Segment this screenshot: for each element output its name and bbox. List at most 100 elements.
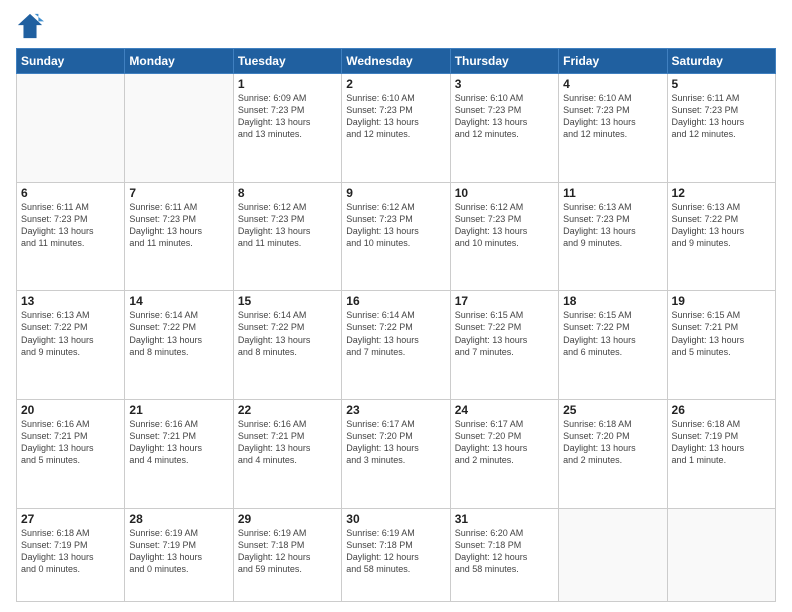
day-cell: 29Sunrise: 6:19 AM Sunset: 7:18 PM Dayli…: [233, 508, 341, 602]
week-row-4: 20Sunrise: 6:16 AM Sunset: 7:21 PM Dayli…: [17, 399, 776, 508]
day-info: Sunrise: 6:10 AM Sunset: 7:23 PM Dayligh…: [455, 92, 554, 141]
day-number: 10: [455, 186, 554, 200]
day-cell: 24Sunrise: 6:17 AM Sunset: 7:20 PM Dayli…: [450, 399, 558, 508]
day-number: 19: [672, 294, 771, 308]
weekday-header-wednesday: Wednesday: [342, 49, 450, 74]
day-info: Sunrise: 6:19 AM Sunset: 7:18 PM Dayligh…: [346, 527, 445, 576]
day-info: Sunrise: 6:14 AM Sunset: 7:22 PM Dayligh…: [346, 309, 445, 358]
page: SundayMondayTuesdayWednesdayThursdayFrid…: [0, 0, 792, 612]
day-info: Sunrise: 6:13 AM Sunset: 7:22 PM Dayligh…: [21, 309, 120, 358]
day-cell: [17, 74, 125, 183]
day-info: Sunrise: 6:16 AM Sunset: 7:21 PM Dayligh…: [129, 418, 228, 467]
day-number: 8: [238, 186, 337, 200]
day-cell: [667, 508, 775, 602]
day-cell: 20Sunrise: 6:16 AM Sunset: 7:21 PM Dayli…: [17, 399, 125, 508]
day-number: 27: [21, 512, 120, 526]
day-info: Sunrise: 6:14 AM Sunset: 7:22 PM Dayligh…: [129, 309, 228, 358]
day-info: Sunrise: 6:12 AM Sunset: 7:23 PM Dayligh…: [455, 201, 554, 250]
calendar-table: SundayMondayTuesdayWednesdayThursdayFrid…: [16, 48, 776, 602]
day-cell: 19Sunrise: 6:15 AM Sunset: 7:21 PM Dayli…: [667, 291, 775, 400]
day-number: 28: [129, 512, 228, 526]
day-cell: 12Sunrise: 6:13 AM Sunset: 7:22 PM Dayli…: [667, 182, 775, 291]
weekday-header-saturday: Saturday: [667, 49, 775, 74]
day-number: 4: [563, 77, 662, 91]
day-number: 7: [129, 186, 228, 200]
day-cell: 10Sunrise: 6:12 AM Sunset: 7:23 PM Dayli…: [450, 182, 558, 291]
day-info: Sunrise: 6:18 AM Sunset: 7:19 PM Dayligh…: [672, 418, 771, 467]
day-cell: 30Sunrise: 6:19 AM Sunset: 7:18 PM Dayli…: [342, 508, 450, 602]
day-number: 16: [346, 294, 445, 308]
week-row-5: 27Sunrise: 6:18 AM Sunset: 7:19 PM Dayli…: [17, 508, 776, 602]
day-info: Sunrise: 6:12 AM Sunset: 7:23 PM Dayligh…: [238, 201, 337, 250]
day-info: Sunrise: 6:17 AM Sunset: 7:20 PM Dayligh…: [455, 418, 554, 467]
day-number: 15: [238, 294, 337, 308]
day-cell: 2Sunrise: 6:10 AM Sunset: 7:23 PM Daylig…: [342, 74, 450, 183]
logo-icon: [16, 12, 44, 40]
day-number: 17: [455, 294, 554, 308]
day-cell: 3Sunrise: 6:10 AM Sunset: 7:23 PM Daylig…: [450, 74, 558, 183]
day-cell: 23Sunrise: 6:17 AM Sunset: 7:20 PM Dayli…: [342, 399, 450, 508]
day-cell: 13Sunrise: 6:13 AM Sunset: 7:22 PM Dayli…: [17, 291, 125, 400]
day-cell: [559, 508, 667, 602]
day-number: 23: [346, 403, 445, 417]
day-cell: 27Sunrise: 6:18 AM Sunset: 7:19 PM Dayli…: [17, 508, 125, 602]
header: [16, 12, 776, 40]
day-info: Sunrise: 6:19 AM Sunset: 7:18 PM Dayligh…: [238, 527, 337, 576]
weekday-header-tuesday: Tuesday: [233, 49, 341, 74]
day-info: Sunrise: 6:15 AM Sunset: 7:22 PM Dayligh…: [563, 309, 662, 358]
day-cell: 11Sunrise: 6:13 AM Sunset: 7:23 PM Dayli…: [559, 182, 667, 291]
day-info: Sunrise: 6:15 AM Sunset: 7:22 PM Dayligh…: [455, 309, 554, 358]
weekday-header-monday: Monday: [125, 49, 233, 74]
day-info: Sunrise: 6:11 AM Sunset: 7:23 PM Dayligh…: [21, 201, 120, 250]
day-number: 31: [455, 512, 554, 526]
day-number: 20: [21, 403, 120, 417]
day-info: Sunrise: 6:09 AM Sunset: 7:23 PM Dayligh…: [238, 92, 337, 141]
day-number: 1: [238, 77, 337, 91]
day-cell: 6Sunrise: 6:11 AM Sunset: 7:23 PM Daylig…: [17, 182, 125, 291]
day-cell: 7Sunrise: 6:11 AM Sunset: 7:23 PM Daylig…: [125, 182, 233, 291]
day-number: 12: [672, 186, 771, 200]
day-info: Sunrise: 6:10 AM Sunset: 7:23 PM Dayligh…: [346, 92, 445, 141]
day-cell: 31Sunrise: 6:20 AM Sunset: 7:18 PM Dayli…: [450, 508, 558, 602]
day-number: 25: [563, 403, 662, 417]
day-info: Sunrise: 6:16 AM Sunset: 7:21 PM Dayligh…: [238, 418, 337, 467]
day-number: 18: [563, 294, 662, 308]
day-info: Sunrise: 6:11 AM Sunset: 7:23 PM Dayligh…: [672, 92, 771, 141]
day-info: Sunrise: 6:12 AM Sunset: 7:23 PM Dayligh…: [346, 201, 445, 250]
logo: [16, 12, 48, 40]
day-cell: 28Sunrise: 6:19 AM Sunset: 7:19 PM Dayli…: [125, 508, 233, 602]
weekday-header-thursday: Thursday: [450, 49, 558, 74]
day-info: Sunrise: 6:11 AM Sunset: 7:23 PM Dayligh…: [129, 201, 228, 250]
day-info: Sunrise: 6:16 AM Sunset: 7:21 PM Dayligh…: [21, 418, 120, 467]
day-number: 26: [672, 403, 771, 417]
day-number: 24: [455, 403, 554, 417]
day-info: Sunrise: 6:15 AM Sunset: 7:21 PM Dayligh…: [672, 309, 771, 358]
day-number: 11: [563, 186, 662, 200]
day-info: Sunrise: 6:17 AM Sunset: 7:20 PM Dayligh…: [346, 418, 445, 467]
day-cell: 16Sunrise: 6:14 AM Sunset: 7:22 PM Dayli…: [342, 291, 450, 400]
week-row-2: 6Sunrise: 6:11 AM Sunset: 7:23 PM Daylig…: [17, 182, 776, 291]
day-cell: 18Sunrise: 6:15 AM Sunset: 7:22 PM Dayli…: [559, 291, 667, 400]
day-info: Sunrise: 6:13 AM Sunset: 7:22 PM Dayligh…: [672, 201, 771, 250]
weekday-header-friday: Friday: [559, 49, 667, 74]
day-info: Sunrise: 6:18 AM Sunset: 7:19 PM Dayligh…: [21, 527, 120, 576]
weekday-header-row: SundayMondayTuesdayWednesdayThursdayFrid…: [17, 49, 776, 74]
day-cell: 17Sunrise: 6:15 AM Sunset: 7:22 PM Dayli…: [450, 291, 558, 400]
day-number: 13: [21, 294, 120, 308]
day-cell: [125, 74, 233, 183]
day-number: 6: [21, 186, 120, 200]
day-info: Sunrise: 6:18 AM Sunset: 7:20 PM Dayligh…: [563, 418, 662, 467]
day-info: Sunrise: 6:14 AM Sunset: 7:22 PM Dayligh…: [238, 309, 337, 358]
day-number: 30: [346, 512, 445, 526]
day-cell: 4Sunrise: 6:10 AM Sunset: 7:23 PM Daylig…: [559, 74, 667, 183]
day-cell: 15Sunrise: 6:14 AM Sunset: 7:22 PM Dayli…: [233, 291, 341, 400]
week-row-3: 13Sunrise: 6:13 AM Sunset: 7:22 PM Dayli…: [17, 291, 776, 400]
day-number: 22: [238, 403, 337, 417]
day-number: 21: [129, 403, 228, 417]
day-number: 9: [346, 186, 445, 200]
day-number: 3: [455, 77, 554, 91]
day-cell: 9Sunrise: 6:12 AM Sunset: 7:23 PM Daylig…: [342, 182, 450, 291]
day-number: 14: [129, 294, 228, 308]
day-info: Sunrise: 6:20 AM Sunset: 7:18 PM Dayligh…: [455, 527, 554, 576]
day-cell: 22Sunrise: 6:16 AM Sunset: 7:21 PM Dayli…: [233, 399, 341, 508]
